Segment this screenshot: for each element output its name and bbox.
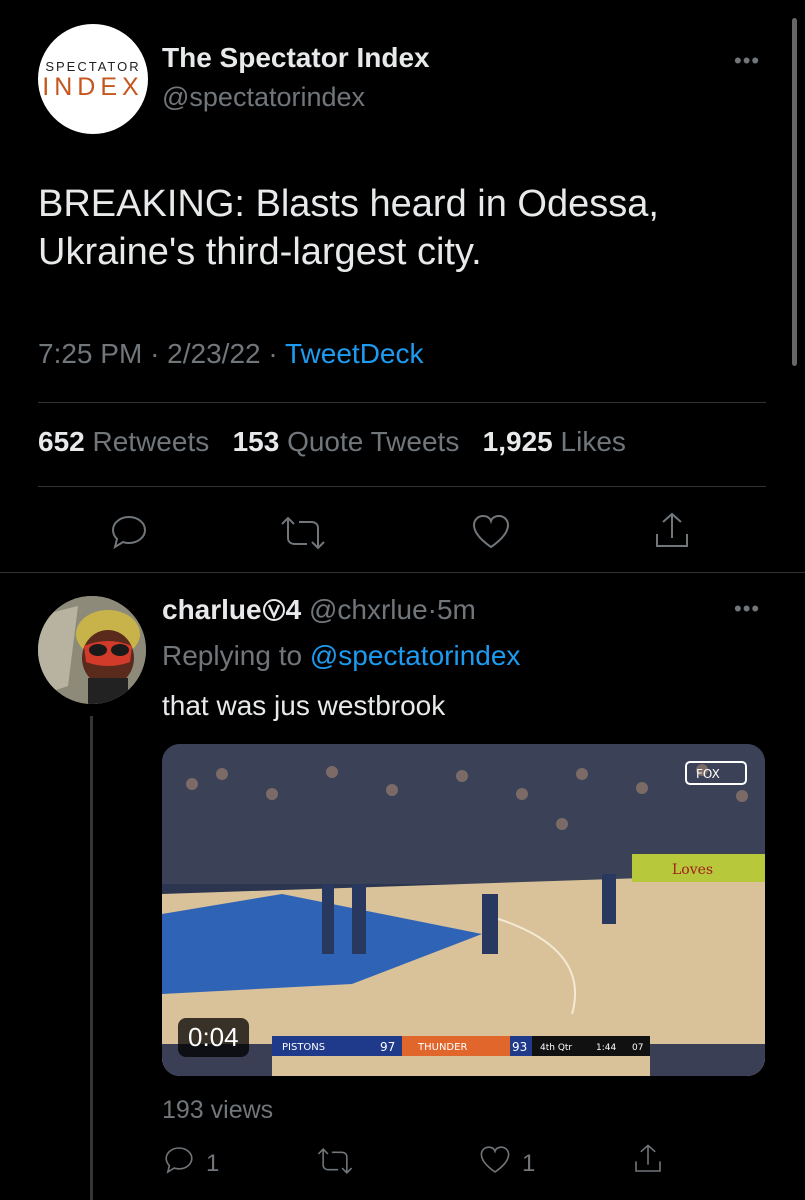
reply-header: charlue 4 @chxrlue·5m	[162, 594, 476, 626]
ad-text: Loves	[672, 862, 713, 878]
scrollbar[interactable]	[792, 18, 797, 366]
scorebug-away-team: PISTONS	[282, 1042, 325, 1053]
retweets-label: Retweets	[92, 426, 210, 457]
scorebug-quarter: 4th Qtr	[540, 1043, 572, 1053]
replying-handle[interactable]: @spectatorindex	[310, 640, 521, 671]
scorebug-home-score: 93	[512, 1040, 527, 1054]
heart-icon	[480, 1146, 510, 1173]
reply-icon	[165, 1147, 193, 1174]
logo-text-bottom: INDEX	[42, 73, 144, 101]
divider	[0, 572, 805, 573]
reply-count: 1	[206, 1150, 220, 1177]
reply-share-button[interactable]	[632, 1142, 664, 1181]
reply-button[interactable]	[108, 512, 150, 557]
scorebug-clock: 1:44	[596, 1043, 616, 1053]
retweet-icon	[317, 1148, 353, 1174]
share-icon	[635, 1144, 661, 1172]
retweet-button[interactable]	[274, 514, 332, 557]
meta-separator: ·	[268, 338, 278, 369]
reply-reply-button[interactable]	[162, 1144, 196, 1181]
tweet-text: BREAKING: Blasts heard in Odessa, Ukrain…	[38, 183, 659, 273]
retweet-icon	[281, 516, 325, 550]
likes-count: 1,925	[482, 426, 553, 457]
likes-label: Likes	[560, 426, 626, 457]
reply-text: that was jus westbrook	[162, 690, 446, 721]
retweets-stat[interactable]: 652 Retweets	[38, 426, 209, 457]
author-avatar[interactable]: SPECTATOR INDEX	[38, 24, 148, 134]
tweet-stats: 652 Retweets 153 Quote Tweets 1,925 Like…	[38, 426, 626, 458]
meta-separator: ·	[150, 338, 160, 369]
thread-line	[90, 716, 93, 1200]
like-count: 1	[522, 1150, 536, 1177]
quotes-stat[interactable]: 153 Quote Tweets	[233, 426, 460, 457]
retweets-count: 652	[38, 426, 85, 457]
reply-author-avatar[interactable]	[38, 596, 146, 704]
like-button[interactable]	[470, 512, 512, 557]
likes-stat[interactable]: 1,925 Likes	[483, 426, 626, 457]
video-duration: 0:04	[178, 1018, 249, 1057]
divider	[38, 486, 766, 487]
more-options-icon[interactable]: •••	[734, 48, 760, 74]
replying-prefix: Replying to	[162, 640, 303, 671]
quotes-label: Quote Tweets	[287, 426, 460, 457]
author-name[interactable]: The Spectator Index	[162, 42, 430, 74]
reply-like-button[interactable]	[478, 1144, 512, 1181]
scorebug-home-team: THUNDER	[417, 1042, 467, 1053]
scorebug-away-score: 97	[380, 1040, 395, 1054]
replying-to: Replying to @spectatorindex	[162, 640, 520, 672]
view-count: 193 views	[162, 1096, 274, 1124]
meta-separator: ·	[427, 594, 437, 625]
circled-v-icon	[262, 599, 285, 621]
heart-icon	[472, 514, 510, 549]
reply-time[interactable]: 5m	[437, 594, 476, 625]
tweet-source[interactable]: TweetDeck	[285, 338, 424, 369]
tweet-date[interactable]: 2/23/22	[167, 338, 260, 369]
network-logo-text: FOX	[696, 767, 720, 781]
tweet-meta: 7:25 PM · 2/23/22 · TweetDeck	[38, 338, 423, 370]
tweet-time[interactable]: 7:25 PM	[38, 338, 142, 369]
logo-text-top: SPECTATOR	[45, 59, 141, 74]
reply-more-options-icon[interactable]: •••	[734, 596, 760, 622]
video-frame: Loves FOX PISTONS 97 THUNDER 93 4th Qtr …	[162, 744, 765, 1076]
share-button[interactable]	[652, 510, 692, 557]
reply-icon	[111, 515, 147, 550]
reply-author-name[interactable]: charlue	[162, 594, 262, 625]
share-icon	[656, 512, 688, 547]
quotes-count: 153	[232, 426, 280, 457]
divider	[38, 402, 766, 403]
avatar-image	[38, 596, 146, 704]
scorebug-shot-clock: 07	[632, 1043, 643, 1053]
reply-retweet-button[interactable]	[312, 1146, 358, 1181]
reply-author-handle[interactable]: @chxrlue	[309, 594, 428, 625]
video-player[interactable]: Loves FOX PISTONS 97 THUNDER 93 4th Qtr …	[162, 744, 765, 1076]
reply-name-suffix: 4	[285, 594, 302, 625]
author-handle[interactable]: @spectatorindex	[162, 82, 365, 113]
